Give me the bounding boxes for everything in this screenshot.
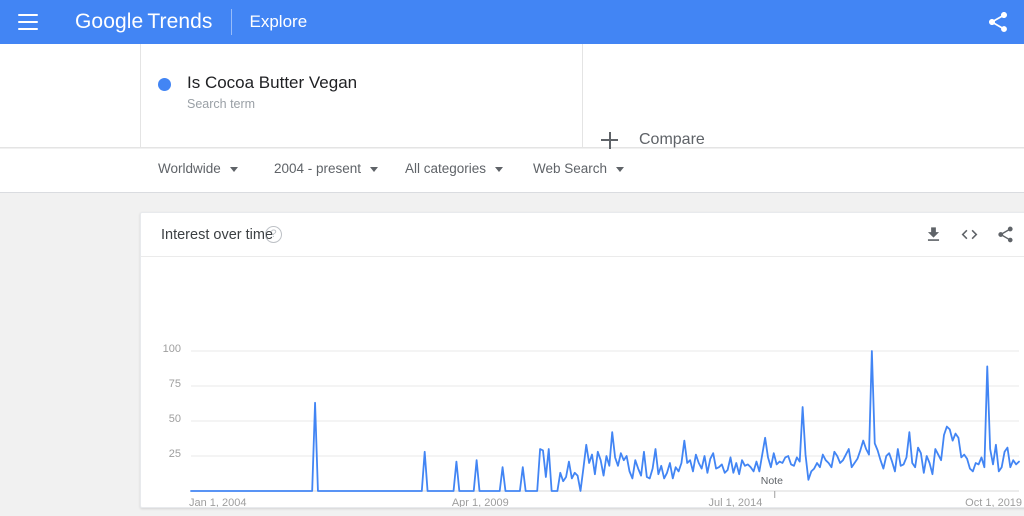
chart-note-annotation[interactable]: Note: [761, 475, 783, 487]
filter-search-type[interactable]: Web Search: [533, 161, 625, 176]
search-term-row: Is Cocoa Butter Vegan Search term Compar…: [0, 44, 1024, 149]
chevron-down-icon: [495, 167, 504, 172]
add-comparison-button[interactable]: Compare: [601, 131, 705, 149]
chevron-down-icon: [616, 167, 625, 172]
term-row-divider-right: [582, 44, 583, 148]
google-trends-page: Google Trends Explore Is Cocoa Butter Veg…: [0, 0, 1024, 516]
app-header: Google Trends Explore: [0, 0, 1024, 44]
question-mark-icon[interactable]: ?: [265, 226, 282, 243]
download-icon[interactable]: [924, 225, 943, 244]
share-icon[interactable]: [996, 225, 1015, 244]
search-term-type-label: Search term: [187, 97, 256, 111]
interest-over-time-card: Interest over time ? 25 50 75 100 Jan 1,…: [140, 212, 1024, 508]
filter-location-label: Worldwide: [158, 161, 221, 176]
plus-icon: [601, 131, 618, 149]
filter-location[interactable]: Worldwide: [158, 161, 238, 176]
embed-code-icon[interactable]: [960, 225, 979, 244]
chevron-down-icon: [229, 167, 238, 172]
explore-nav-link[interactable]: Explore: [250, 12, 308, 32]
search-term-title: Is Cocoa Butter Vegan: [187, 73, 358, 92]
card-title: Interest over time: [161, 227, 274, 243]
header-divider: [230, 9, 232, 35]
interest-over-time-chart[interactable]: 25 50 75 100 Jan 1, 2004 Apr 1, 2009 Jul 1, 20…: [141, 257, 1024, 508]
hamburger-menu-icon[interactable]: [18, 14, 38, 30]
card-header: Interest over time ?: [141, 213, 1024, 257]
brand-logo: Google Trends: [75, 10, 213, 34]
filter-category-label: All categories: [405, 161, 487, 176]
brand-google-text: Google: [75, 10, 144, 33]
filter-category[interactable]: All categories: [405, 161, 504, 176]
filter-search-type-label: Web Search: [533, 161, 608, 176]
filter-time-range-label: 2004 - present: [274, 161, 362, 176]
y-axis-tick-label: 100: [162, 343, 181, 355]
brand-product-text: Trends: [147, 10, 213, 33]
x-axis-tick-label: Jul 1, 2014: [708, 497, 763, 508]
search-term-item[interactable]: Is Cocoa Butter Vegan Search term: [158, 72, 357, 113]
chart-canvas: [190, 350, 1020, 498]
x-axis-tick-label: Oct 1, 2019: [965, 497, 1023, 508]
x-axis-tick-label: Jan 1, 2004: [189, 497, 247, 508]
filter-time-range[interactable]: 2004 - present: [274, 161, 379, 176]
card-actions: [924, 225, 1015, 244]
filter-bar: Worldwide 2004 - present All categories …: [0, 149, 1024, 193]
series-color-dot: [158, 78, 171, 91]
term-row-divider-left: [140, 44, 141, 148]
x-axis-tick-label: Apr 1, 2009: [451, 497, 509, 508]
chevron-down-icon: [370, 167, 379, 172]
compare-label: Compare: [639, 131, 705, 148]
share-icon[interactable]: [986, 10, 1010, 34]
y-axis-tick-label: 75: [168, 378, 181, 390]
y-axis-tick-label: 25: [168, 448, 181, 460]
y-axis-tick-label: 50: [168, 413, 181, 425]
